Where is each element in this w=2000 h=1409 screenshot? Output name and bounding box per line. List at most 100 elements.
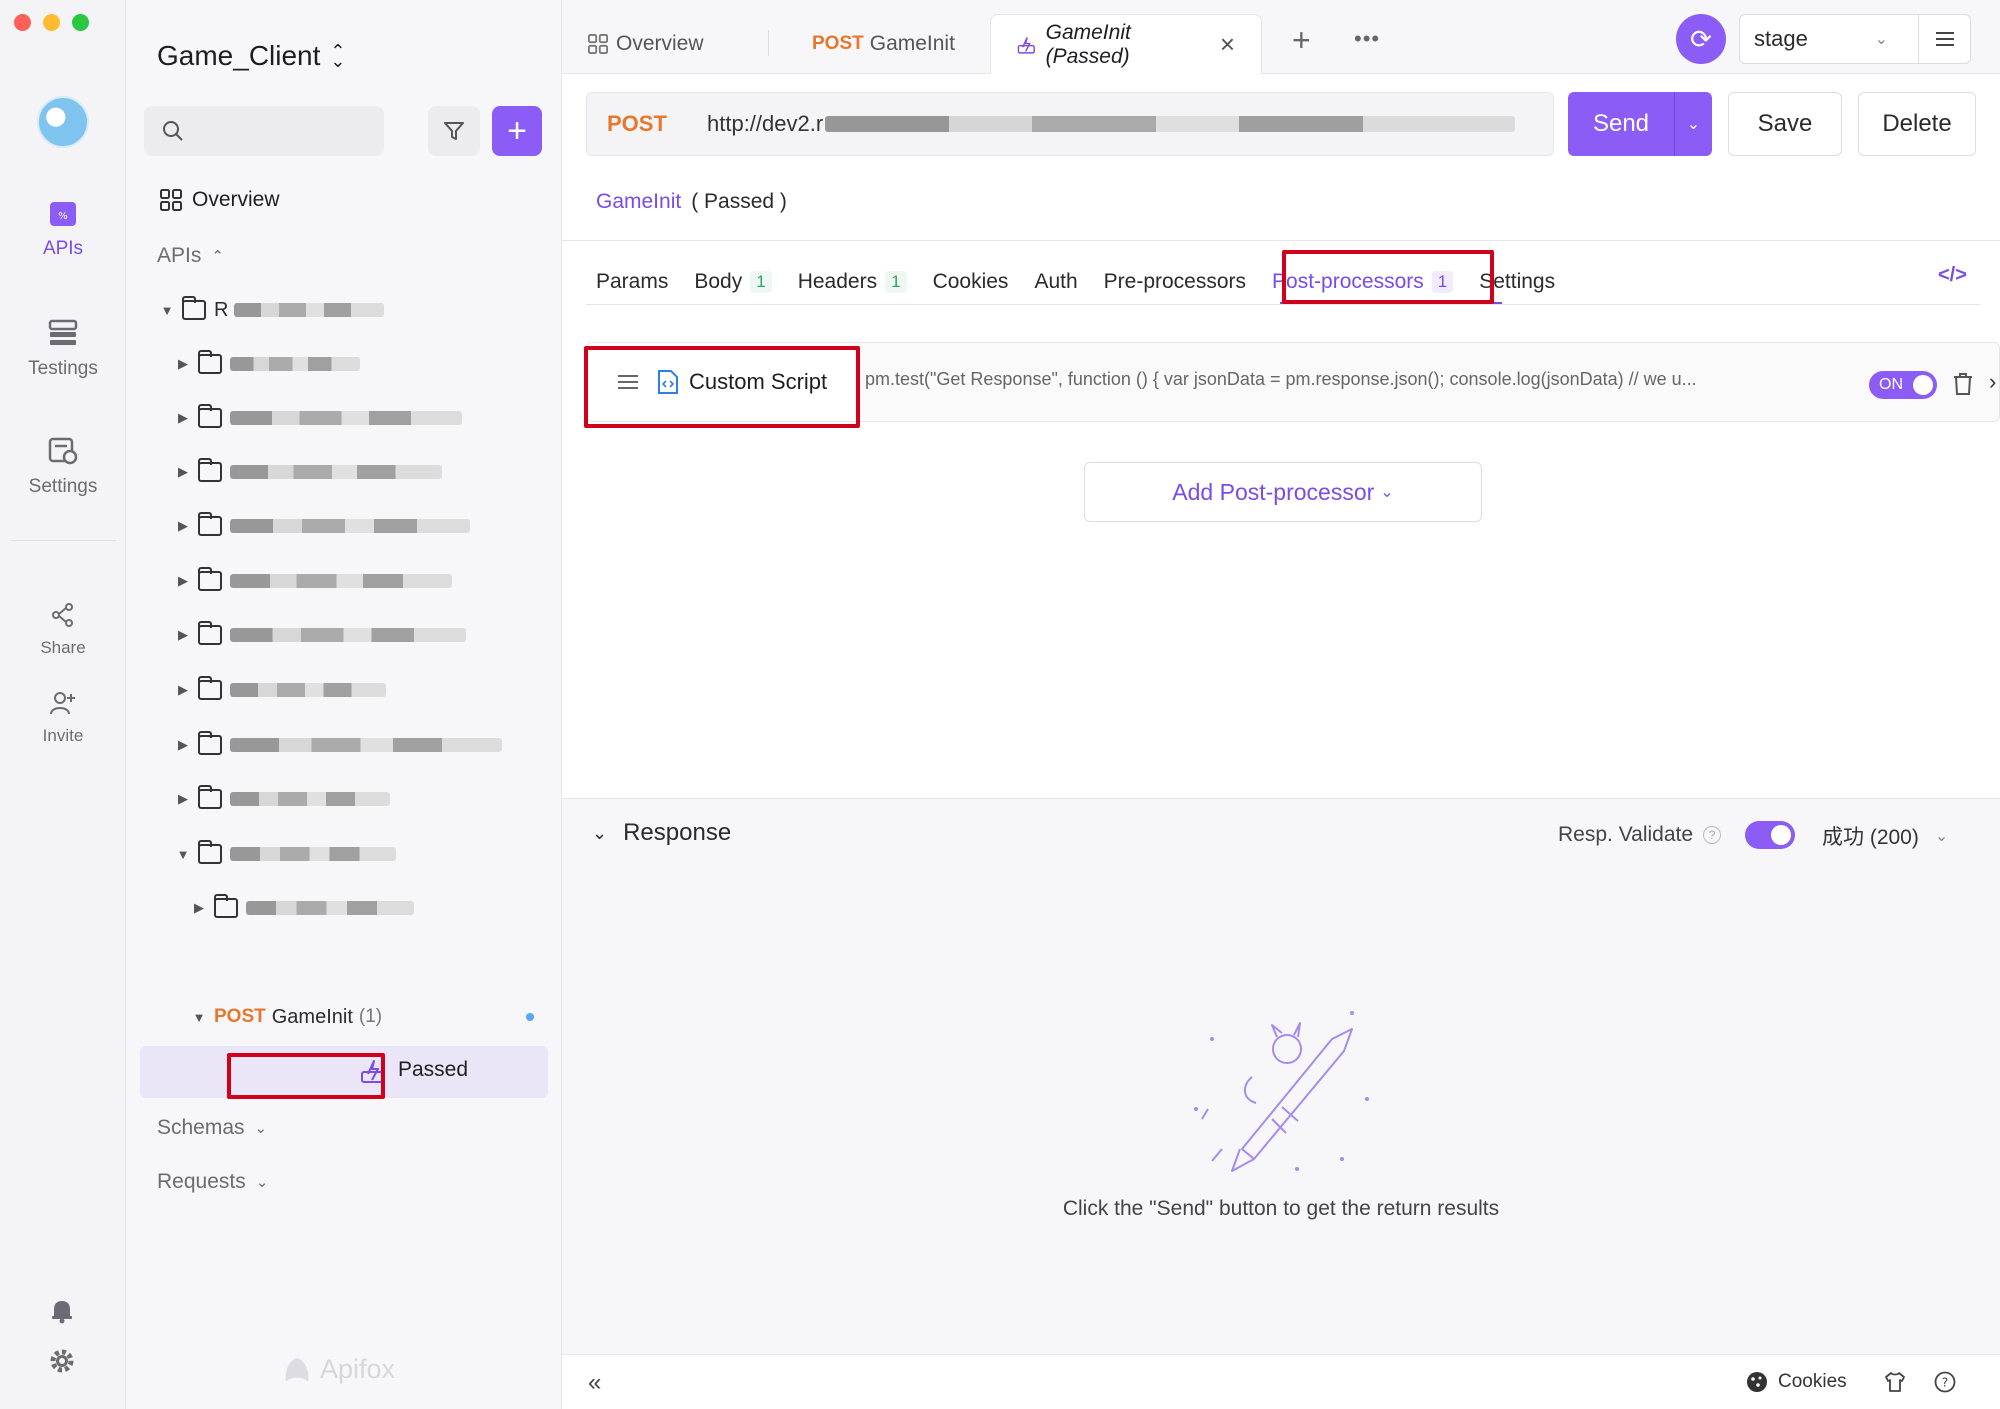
- send-button[interactable]: Send ⌄: [1568, 92, 1712, 156]
- tree-folder[interactable]: ▶: [174, 454, 442, 490]
- trash-icon[interactable]: [1953, 373, 1973, 395]
- processor-toggle[interactable]: ON: [1869, 371, 1937, 399]
- tab-post-gameinit[interactable]: POST GameInit: [786, 14, 981, 74]
- unsaved-dot: [526, 1013, 534, 1021]
- help-icon[interactable]: ?: [1934, 1371, 1956, 1393]
- method-select[interactable]: POST: [587, 111, 707, 137]
- chevron-down-icon[interactable]: ⌄: [1674, 92, 1712, 156]
- response-header[interactable]: ⌄ Response: [592, 819, 731, 847]
- method-badge: POST: [214, 1006, 266, 1027]
- tree-folder-root[interactable]: ▼ R: [158, 292, 385, 328]
- caret-right-icon: ▶: [178, 464, 188, 479]
- more-icon[interactable]: •••: [1354, 26, 1380, 52]
- tree-folder[interactable]: ▶: [190, 890, 414, 926]
- close-icon[interactable]: ×: [1220, 29, 1235, 60]
- processor-code-preview: pm.test("Get Response", function () { va…: [865, 369, 1697, 389]
- team-avatar[interactable]: [37, 96, 89, 148]
- divider: [586, 304, 1980, 305]
- chevron-down-icon: ⌄: [254, 1120, 268, 1137]
- close-window-button[interactable]: [14, 14, 31, 31]
- environment-menu-button[interactable]: [1918, 15, 1970, 63]
- redacted-text: [230, 683, 386, 697]
- project-switcher[interactable]: Game_Client ⌃ ⌄: [157, 40, 346, 72]
- caret-right-icon: ▶: [194, 900, 204, 915]
- redacted-text: [230, 411, 462, 425]
- tree-folder[interactable]: ▶: [174, 346, 360, 382]
- redacted-text: [230, 574, 452, 588]
- add-button[interactable]: +: [492, 106, 542, 156]
- delete-button[interactable]: Delete: [1858, 92, 1976, 156]
- rail-item-settings[interactable]: Settings: [0, 436, 126, 498]
- add-post-processor-button[interactable]: Add Post-processor ⌄: [1084, 462, 1482, 522]
- collapse-sidebar-icon[interactable]: «: [588, 1369, 601, 1397]
- add-post-processor-label: Add Post-processor: [1172, 478, 1375, 505]
- environment-select[interactable]: stage ⌄: [1739, 14, 1971, 64]
- subtab-body[interactable]: Body 1: [694, 270, 772, 294]
- folder-open-icon: [182, 296, 206, 320]
- validate-toggle[interactable]: [1745, 821, 1796, 849]
- tree-folder[interactable]: ▼: [174, 836, 396, 872]
- schemas-section-header[interactable]: Schemas ⌄: [157, 1116, 267, 1140]
- overview-label: Overview: [192, 188, 280, 211]
- subtab-params[interactable]: Params: [596, 270, 668, 294]
- subtab-auth[interactable]: Auth: [1034, 270, 1077, 294]
- sidebar-item-overview[interactable]: Overview: [160, 188, 280, 212]
- minimize-window-button[interactable]: [43, 14, 60, 31]
- case-label: Passed: [398, 1058, 469, 1081]
- response-validate: Resp. Validate ?: [1558, 821, 1796, 849]
- rail-item-invite[interactable]: Invite: [0, 690, 126, 746]
- subtab-label: Body: [694, 270, 743, 293]
- subtab-cookies[interactable]: Cookies: [933, 270, 1009, 294]
- tree-folder[interactable]: ▶: [174, 781, 390, 817]
- rail-item-share[interactable]: Share: [0, 602, 126, 658]
- new-tab-button[interactable]: +: [1292, 22, 1311, 59]
- url-input[interactable]: POST http://dev2.r: [586, 92, 1554, 156]
- help-icon[interactable]: ?: [1703, 826, 1722, 844]
- toggle-label: ON: [1879, 376, 1903, 393]
- tab-gameinit-passed[interactable]: GameInit (Passed) ×: [990, 14, 1262, 74]
- caret-right-icon: ▶: [178, 737, 188, 752]
- rail-label: Testings: [28, 358, 98, 379]
- filter-button[interactable]: [428, 106, 480, 156]
- sync-button[interactable]: ⟳: [1676, 14, 1726, 64]
- tree-folder[interactable]: ▶: [174, 400, 462, 436]
- tab-overview[interactable]: Overview: [562, 14, 730, 74]
- tree-folder[interactable]: ▶: [174, 727, 502, 763]
- chevron-down-icon: ⌄: [592, 822, 608, 843]
- apis-section-header[interactable]: APIs ⌃: [157, 244, 224, 268]
- tree-folder[interactable]: ▶: [174, 508, 470, 544]
- tab-label: Overview: [616, 32, 704, 55]
- shirt-icon[interactable]: [1884, 1371, 1906, 1393]
- maximize-window-button[interactable]: [72, 14, 89, 31]
- cookies-button[interactable]: Cookies: [1746, 1371, 1847, 1393]
- breadcrumb: GameInit ( Passed ): [596, 190, 787, 214]
- gear-icon[interactable]: [48, 1347, 76, 1375]
- save-button[interactable]: Save: [1728, 92, 1842, 156]
- grid-icon: [160, 189, 182, 211]
- tree-folder[interactable]: ▶: [174, 617, 466, 653]
- rail-item-testings[interactable]: Testings: [0, 318, 126, 380]
- breadcrumb-link[interactable]: GameInit: [596, 190, 681, 214]
- tree-api-gameinit[interactable]: ▼ POST GameInit (1): [190, 999, 383, 1035]
- plus-icon: +: [507, 111, 527, 150]
- subtab-pre-processors[interactable]: Pre-processors: [1104, 270, 1246, 294]
- caret-right-icon: ▶: [178, 356, 188, 371]
- count-badge: 1: [750, 271, 772, 293]
- subtab-label: Cookies: [932, 270, 1009, 293]
- tree-folder[interactable]: ▶: [174, 563, 452, 599]
- tree-folder[interactable]: ▶: [174, 672, 386, 708]
- bell-icon[interactable]: [48, 1296, 76, 1324]
- folder-icon: [198, 731, 222, 755]
- chevron-right-icon[interactable]: ›: [1989, 369, 1996, 395]
- validate-label: Resp. Validate: [1558, 823, 1694, 846]
- code-icon[interactable]: </>: [1938, 264, 1967, 287]
- folder-icon: [198, 404, 222, 428]
- tab-divider: [768, 30, 769, 56]
- requests-section-header[interactable]: Requests ⌄: [157, 1170, 268, 1194]
- rail-item-apis[interactable]: % APIs: [0, 198, 126, 260]
- redacted-text: [246, 901, 414, 915]
- response-status-select[interactable]: 成功 (200) ⌄: [1822, 821, 1948, 851]
- subtab-headers[interactable]: Headers 1: [798, 270, 907, 294]
- search-input[interactable]: [144, 106, 384, 156]
- search-icon: [163, 121, 183, 141]
